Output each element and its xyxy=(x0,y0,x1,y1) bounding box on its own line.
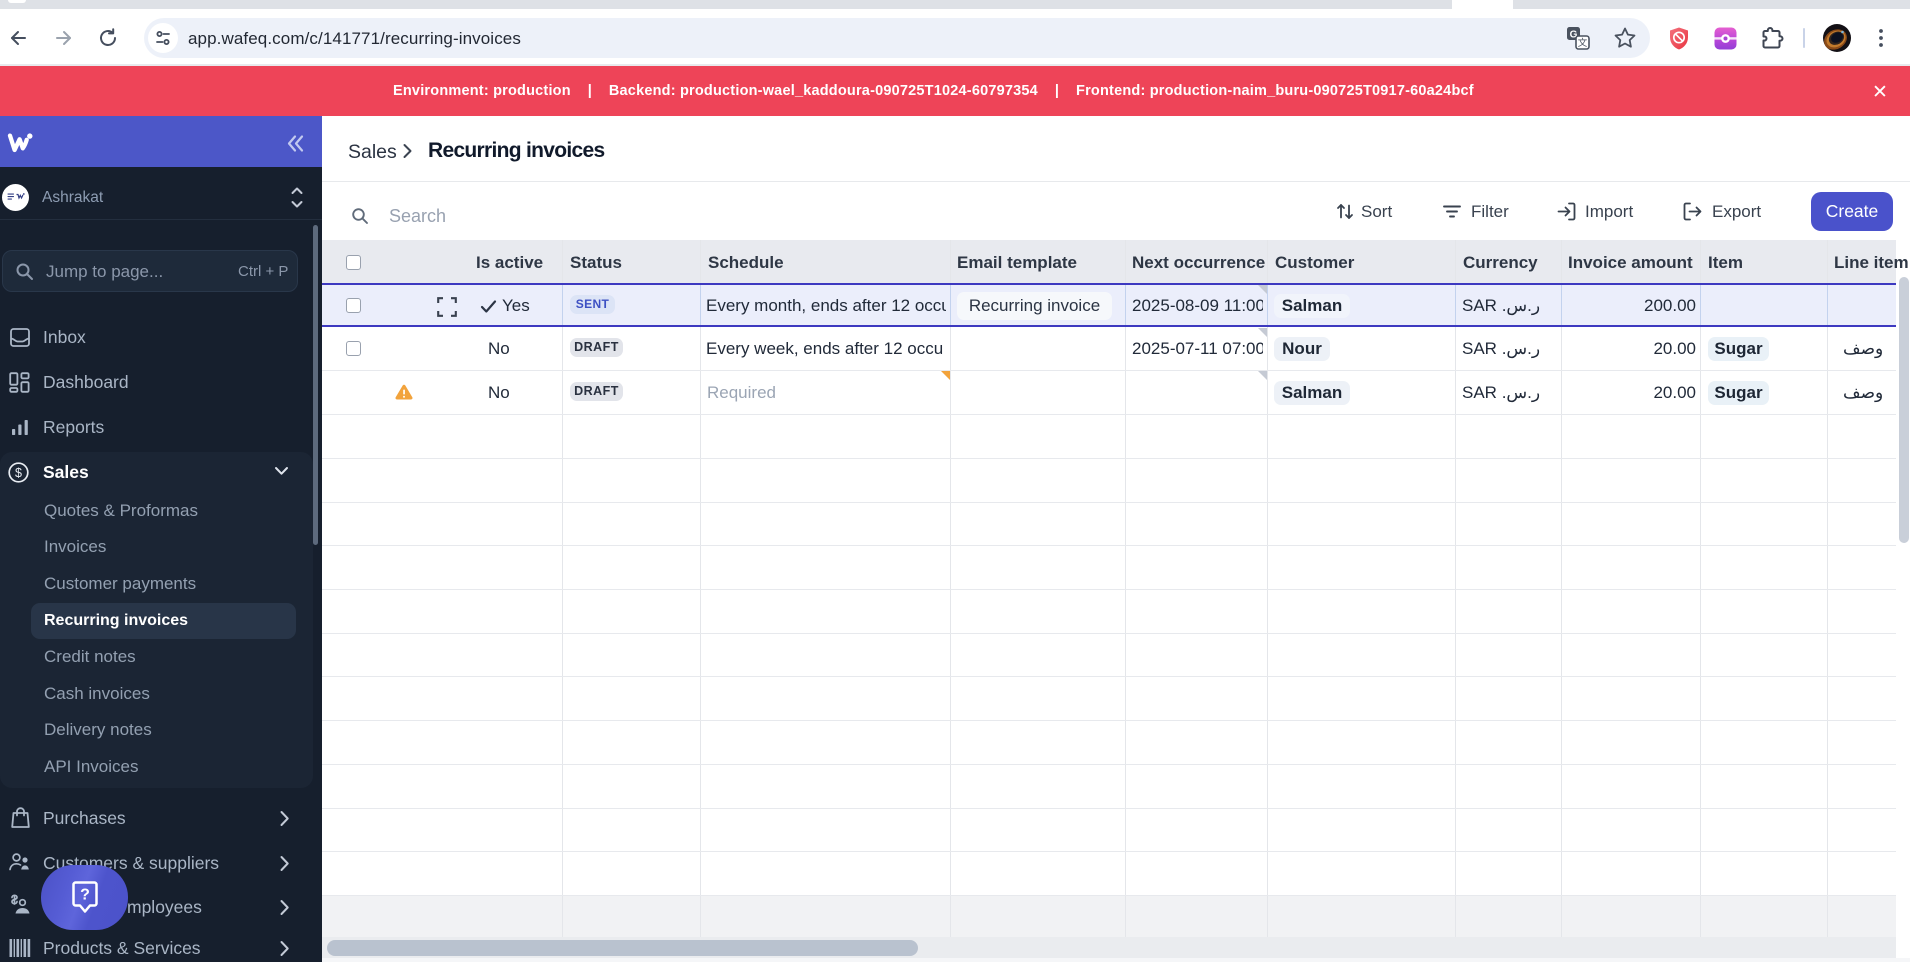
svg-text:$: $ xyxy=(15,466,22,480)
svg-text:文: 文 xyxy=(1578,37,1588,49)
svg-text:?: ? xyxy=(80,887,90,904)
